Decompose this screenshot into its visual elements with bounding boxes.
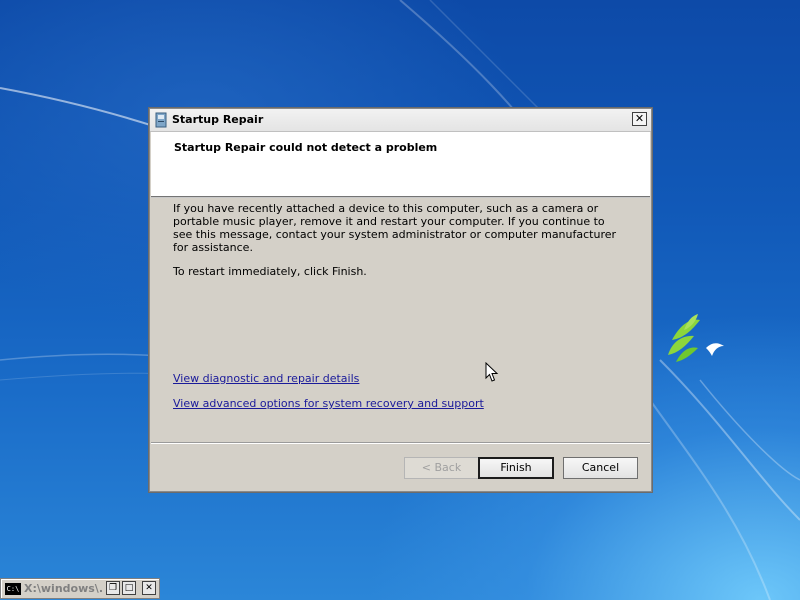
- startup-repair-icon: [155, 112, 167, 128]
- view-diagnostic-details-link[interactable]: View diagnostic and repair details: [173, 372, 359, 385]
- close-icon: ✕: [145, 583, 153, 593]
- finish-button[interactable]: Finish: [478, 457, 554, 479]
- close-icon: ✕: [634, 112, 645, 125]
- header-title: Startup Repair could not detect a proble…: [174, 141, 438, 154]
- command-prompt-title: X:\windows\...: [24, 582, 102, 595]
- back-button[interactable]: < Back: [404, 457, 479, 479]
- maximize-button[interactable]: □: [122, 581, 136, 595]
- windows-logo-leaves: [668, 314, 700, 362]
- maximize-icon: □: [124, 583, 134, 593]
- restore-button[interactable]: ❐: [106, 581, 120, 595]
- command-prompt-close-button[interactable]: ✕: [142, 581, 156, 595]
- restore-icon: ❐: [108, 583, 118, 593]
- footer-divider: [151, 442, 650, 444]
- startup-repair-dialog: Startup Repair ✕ Startup Repair could no…: [149, 108, 652, 492]
- close-button[interactable]: ✕: [632, 112, 647, 126]
- command-prompt-icon: C:\: [5, 583, 21, 595]
- window-title: Startup Repair: [172, 113, 264, 126]
- view-advanced-options-link[interactable]: View advanced options for system recover…: [173, 397, 484, 410]
- cancel-button[interactable]: Cancel: [563, 457, 638, 479]
- header-panel: Startup Repair could not detect a proble…: [151, 132, 650, 198]
- title-bar[interactable]: Startup Repair ✕: [150, 109, 651, 132]
- minimized-command-prompt[interactable]: C:\ X:\windows\... ❐ □ ✕: [0, 578, 160, 599]
- restart-instruction: To restart immediately, click Finish.: [173, 265, 367, 278]
- desktop-background: Startup Repair ✕ Startup Repair could no…: [0, 0, 800, 600]
- message-text: If you have recently attached a device t…: [173, 202, 617, 254]
- mouse-pointer-icon: [485, 362, 499, 382]
